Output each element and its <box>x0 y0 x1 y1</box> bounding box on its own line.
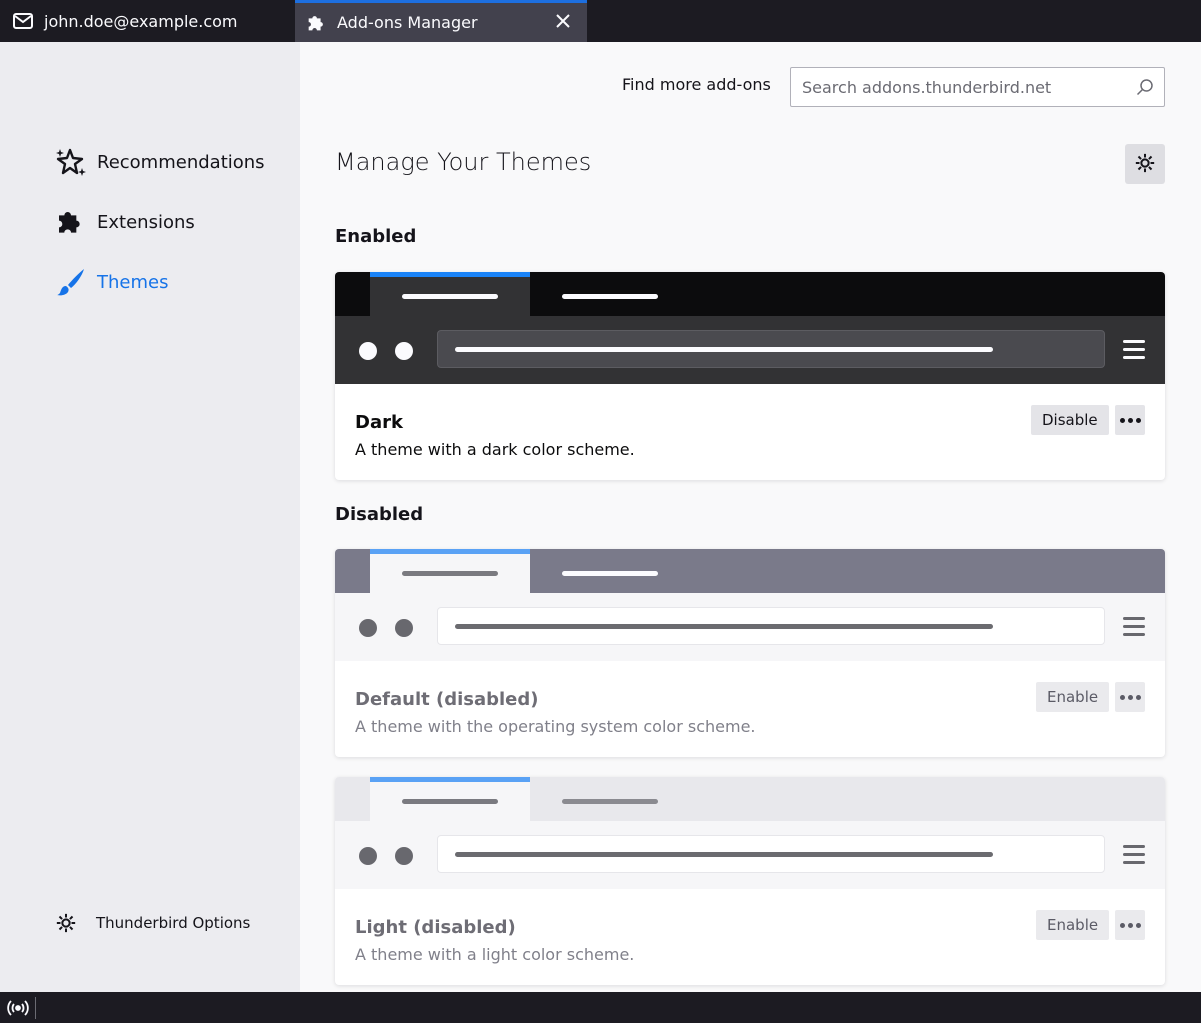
sidebar-item-themes[interactable]: Themes <box>55 266 168 298</box>
theme-info: Light (disabled) A theme with a light co… <box>335 889 1165 985</box>
search-icon[interactable] <box>1136 78 1154 96</box>
more-icon <box>1118 922 1142 928</box>
enable-button[interactable]: Enable <box>1036 910 1110 940</box>
main-content: Find more add-ons Manage Your Themes Ena… <box>300 42 1201 992</box>
search-addons-box[interactable] <box>790 67 1165 107</box>
more-icon <box>1118 417 1142 423</box>
preview-tab <box>370 272 530 316</box>
status-bar <box>0 992 1201 1023</box>
preview-url-line <box>455 852 993 857</box>
thunderbird-options-label: Thunderbird Options <box>96 914 251 932</box>
theme-preview-default <box>335 549 1165 661</box>
paintbrush-icon <box>55 266 87 298</box>
gear-icon <box>55 912 85 934</box>
section-title-disabled: Disabled <box>335 504 424 525</box>
preview-tab-line <box>402 799 498 804</box>
more-options-button[interactable] <box>1115 405 1145 435</box>
sidebar-item-extensions[interactable]: Extensions <box>55 206 195 238</box>
preview-tab-line <box>562 571 658 576</box>
theme-info: Dark A theme with a dark color scheme. D… <box>335 384 1165 480</box>
preview-tab-line <box>562 799 658 804</box>
preview-dot <box>359 619 377 637</box>
theme-info: Default (disabled) A theme with the oper… <box>335 661 1165 757</box>
theme-name: Default (disabled) <box>355 689 539 710</box>
hamburger-icon <box>1123 340 1145 360</box>
tab-addons-label: Add-ons Manager <box>337 13 478 32</box>
preview-toolbar <box>335 316 1165 384</box>
preview-url-line <box>455 347 993 352</box>
close-tab-icon[interactable] <box>553 11 573 31</box>
preview-tab <box>370 549 530 593</box>
preview-urlbar <box>437 330 1105 368</box>
theme-description: A theme with the operating system color … <box>355 717 756 736</box>
sidebar-item-recommendations[interactable]: Recommendations <box>55 146 265 178</box>
theme-name: Light (disabled) <box>355 917 516 938</box>
section-title-enabled: Enabled <box>335 226 417 247</box>
preview-tab-line <box>562 294 658 299</box>
page-title: Manage Your Themes <box>335 148 592 176</box>
hamburger-icon <box>1123 617 1145 637</box>
more-icon <box>1118 694 1142 700</box>
preview-dot <box>359 847 377 865</box>
sidebar-item-label: Recommendations <box>97 151 265 173</box>
preview-tab-line <box>402 294 498 299</box>
puzzle-icon <box>55 206 87 238</box>
theme-preview-light <box>335 777 1165 889</box>
theme-card-dark: Dark A theme with a dark color scheme. D… <box>335 272 1165 480</box>
preview-tabbar <box>335 777 1165 821</box>
preview-dot <box>359 342 377 360</box>
puzzle-icon <box>305 12 327 34</box>
sidebar-item-label: Themes <box>97 271 169 293</box>
preview-tab-line <box>402 571 498 576</box>
gear-icon <box>1134 152 1156 177</box>
hamburger-icon <box>1123 845 1145 865</box>
theme-name: Dark <box>355 412 403 433</box>
search-addons-input[interactable] <box>791 68 1164 106</box>
preview-dot <box>395 847 413 865</box>
tab-addons-manager[interactable]: Add-ons Manager <box>295 0 587 42</box>
find-more-addons-label: Find more add-ons <box>622 75 771 94</box>
theme-description: A theme with a dark color scheme. <box>355 440 635 459</box>
preview-urlbar <box>437 835 1105 873</box>
theme-description: A theme with a light color scheme. <box>355 945 635 964</box>
theme-preview-dark <box>335 272 1165 384</box>
sparkle-icon <box>55 146 87 178</box>
disable-button[interactable]: Disable <box>1031 405 1109 435</box>
theme-card-default: Default (disabled) A theme with the oper… <box>335 549 1165 757</box>
enable-button[interactable]: Enable <box>1036 682 1110 712</box>
preview-tabbar <box>335 549 1165 593</box>
tab-mail-label: john.doe@example.com <box>44 11 238 31</box>
preview-url-line <box>455 624 993 629</box>
tools-menu-button[interactable] <box>1125 144 1165 184</box>
more-options-button[interactable] <box>1115 910 1145 940</box>
tab-bar: john.doe@example.com Add-ons Manager <box>0 0 1201 42</box>
preview-dot <box>395 619 413 637</box>
preview-dot <box>395 342 413 360</box>
preview-tab-indicator <box>370 777 530 782</box>
tab-mail[interactable]: john.doe@example.com <box>0 0 293 42</box>
categories-sidebar: Recommendations Extensions Themes Thunde… <box>0 42 300 992</box>
more-options-button[interactable] <box>1115 682 1145 712</box>
preview-tab <box>370 777 530 821</box>
online-status-icon[interactable] <box>6 997 36 1019</box>
preview-toolbar <box>335 821 1165 889</box>
preview-tab-indicator <box>370 272 530 277</box>
thunderbird-options-button[interactable]: Thunderbird Options <box>55 908 250 938</box>
preview-toolbar <box>335 593 1165 661</box>
preview-tab-indicator <box>370 549 530 554</box>
theme-card-light: Light (disabled) A theme with a light co… <box>335 777 1165 985</box>
preview-tabbar <box>335 272 1165 316</box>
preview-urlbar <box>437 607 1105 645</box>
envelope-icon <box>12 10 34 32</box>
sidebar-item-label: Extensions <box>97 211 195 233</box>
